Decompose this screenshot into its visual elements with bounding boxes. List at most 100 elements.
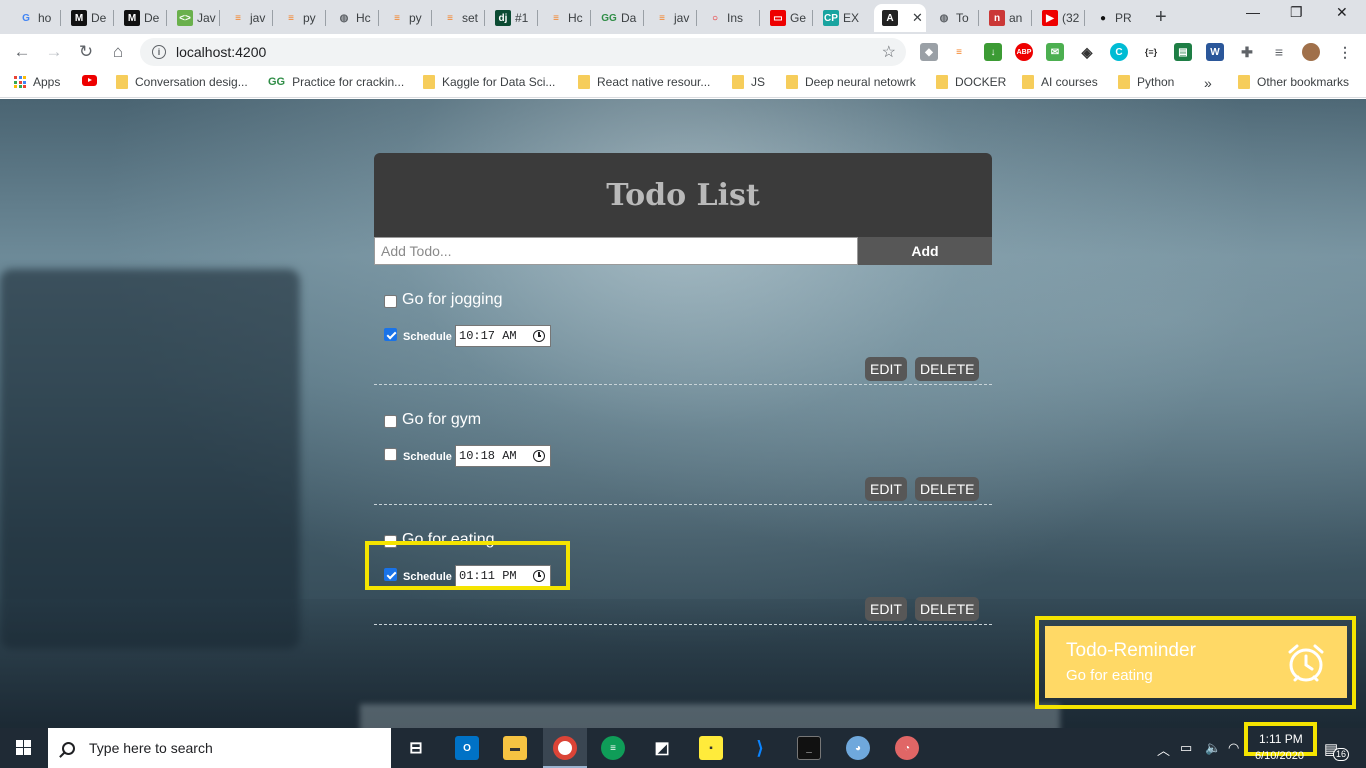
json-extension-icon[interactable]: {≡}: [1142, 43, 1160, 61]
bookmark-item[interactable]: AI courses: [1022, 75, 1098, 89]
bookmark-star-icon[interactable]: ☆: [882, 42, 896, 62]
forward-button[interactable]: →: [42, 40, 66, 64]
sheets-app-icon[interactable]: ≡: [601, 736, 625, 760]
browser-tab[interactable]: M De: [116, 4, 164, 32]
word-extension-icon[interactable]: W: [1206, 43, 1224, 61]
browser-tab[interactable]: ● PR: [1087, 4, 1139, 32]
volume-icon[interactable]: 🔈: [1205, 740, 1221, 756]
browser-tab[interactable]: CP EX: [815, 4, 873, 32]
stackoverflow-extension-icon[interactable]: ≡: [950, 43, 968, 61]
adblock-icon[interactable]: ABP: [1015, 43, 1033, 61]
download-extension-icon[interactable]: ↓: [984, 43, 1002, 61]
file-explorer-icon[interactable]: ▬: [503, 736, 527, 760]
reload-button[interactable]: ↻: [74, 40, 98, 64]
bookmark-item[interactable]: GG Practice for crackin...: [268, 75, 404, 89]
task-view-icon[interactable]: ⊟: [404, 736, 428, 760]
browser-tab[interactable]: ○ Ins: [699, 4, 757, 32]
new-tab-button[interactable]: +: [1155, 6, 1167, 29]
close-window-button[interactable]: ✕: [1336, 4, 1348, 21]
browser-tab[interactable]: GG Da: [593, 4, 641, 32]
back-button[interactable]: ←: [10, 40, 34, 64]
battery-icon[interactable]: ▭: [1180, 740, 1192, 756]
chrome-icon[interactable]: [553, 736, 577, 760]
diamond-extension-icon[interactable]: ◈: [1078, 43, 1096, 61]
bookmark-item[interactable]: Apps: [14, 75, 60, 89]
site-info-icon[interactable]: i: [152, 45, 166, 59]
add-button[interactable]: Add: [858, 237, 992, 265]
bookmark-item[interactable]: React native resour...: [578, 75, 710, 89]
browser-tab[interactable]: <> Jav: [169, 4, 217, 32]
tab-active[interactable]: A ✕: [874, 4, 926, 32]
youtube-icon: ▶: [1042, 10, 1058, 26]
bookmark-item[interactable]: [82, 75, 97, 86]
browser-tab[interactable]: ≡ set: [434, 4, 482, 32]
sheets-extension-icon[interactable]: ▤: [1174, 43, 1192, 61]
paint-icon[interactable]: ◕: [846, 736, 870, 760]
address-bar[interactable]: i localhost:4200 ☆: [140, 38, 906, 66]
delete-button[interactable]: DELETE: [915, 477, 980, 501]
taskbar-time[interactable]: 1:11 PM: [1259, 732, 1303, 746]
tab-label: ho: [38, 11, 52, 25]
profile-avatar[interactable]: [1302, 43, 1320, 61]
menu-kebab-icon[interactable]: ⋮: [1336, 43, 1354, 61]
browser-tab[interactable]: Gho: [10, 4, 58, 32]
home-button[interactable]: ⌂: [106, 40, 130, 64]
clock-icon[interactable]: [533, 450, 545, 462]
browser-tab[interactable]: ≡ py: [381, 4, 429, 32]
mail-extension-icon[interactable]: ✉: [1046, 43, 1064, 61]
circle-extension-icon[interactable]: C: [1110, 43, 1128, 61]
extension-icon[interactable]: ◆: [920, 43, 938, 61]
browser-tab[interactable]: n an: [981, 4, 1033, 32]
bookmark-item[interactable]: DOCKER: [936, 75, 1006, 89]
delete-button[interactable]: DELETE: [915, 357, 980, 381]
extensions-puzzle-icon[interactable]: ✚: [1238, 43, 1256, 61]
browser-tab[interactable]: ≡ Hc: [540, 4, 588, 32]
close-tab-icon[interactable]: ✕: [912, 10, 923, 26]
done-checkbox[interactable]: [384, 295, 397, 308]
minimize-button[interactable]: —: [1246, 4, 1260, 20]
schedule-checkbox[interactable]: [384, 328, 397, 341]
browser-tab[interactable]: M De: [63, 4, 111, 32]
bookmark-item[interactable]: Python: [1118, 75, 1174, 89]
restore-button[interactable]: ❐: [1290, 4, 1303, 21]
browser-tab[interactable]: ▶ (32: [1034, 4, 1086, 32]
browser-tab[interactable]: ▭ Ge: [762, 4, 810, 32]
edit-button[interactable]: EDIT: [865, 357, 907, 381]
schedule-checkbox[interactable]: [384, 448, 397, 461]
taskbar-search[interactable]: Type here to search: [48, 728, 391, 768]
bookmark-item[interactable]: Kaggle for Data Sci...: [423, 75, 555, 89]
surface-app-icon[interactable]: ◩: [650, 736, 674, 760]
edit-button[interactable]: EDIT: [865, 477, 907, 501]
add-todo-input[interactable]: [374, 237, 858, 265]
outlook-icon[interactable]: O: [455, 736, 479, 760]
terminal-icon[interactable]: _: [797, 736, 821, 760]
time-input[interactable]: 10:17 AM: [455, 325, 551, 347]
bookmark-item[interactable]: Deep neural netowrk: [786, 75, 916, 89]
taskbar-date[interactable]: 6/10/2020: [1255, 750, 1304, 762]
todo-item: Go for jogging Schedule 10:17 AM EDIT DELETE: [374, 265, 992, 385]
reminder-toast[interactable]: Todo-Reminder Go for eating: [1045, 626, 1347, 698]
browser-tab[interactable]: ◍ Hc: [328, 4, 376, 32]
bookmark-item[interactable]: JS: [732, 75, 765, 89]
browser-tab[interactable]: ≡ py: [275, 4, 323, 32]
time-input[interactable]: 10:18 AM: [455, 445, 551, 467]
paint3d-icon[interactable]: ◔: [895, 736, 919, 760]
clock-icon[interactable]: [533, 330, 545, 342]
bookmark-item[interactable]: Other bookmarks: [1238, 75, 1349, 89]
bookmark-item[interactable]: Conversation desig...: [116, 75, 248, 89]
tray-chevron-icon[interactable]: ︿: [1157, 740, 1170, 759]
media-control-icon[interactable]: ≡: [1270, 43, 1288, 61]
wifi-icon[interactable]: ◠: [1228, 740, 1239, 756]
windows-start-icon[interactable]: [16, 740, 31, 755]
browser-tab[interactable]: ◍ To: [928, 4, 980, 32]
browser-tab[interactable]: ≡ jav: [222, 4, 270, 32]
delete-button[interactable]: DELETE: [915, 597, 980, 621]
browser-tab[interactable]: dj #1: [487, 4, 535, 32]
sticky-notes-icon[interactable]: ▪: [699, 736, 723, 760]
bookmarks-overflow-button[interactable]: »: [1204, 75, 1212, 91]
browser-tab[interactable]: ≡ jav: [646, 4, 694, 32]
done-checkbox[interactable]: [384, 415, 397, 428]
bookmark-label: Apps: [33, 75, 61, 89]
vscode-icon[interactable]: ⟩: [748, 736, 772, 760]
edit-button[interactable]: EDIT: [865, 597, 907, 621]
